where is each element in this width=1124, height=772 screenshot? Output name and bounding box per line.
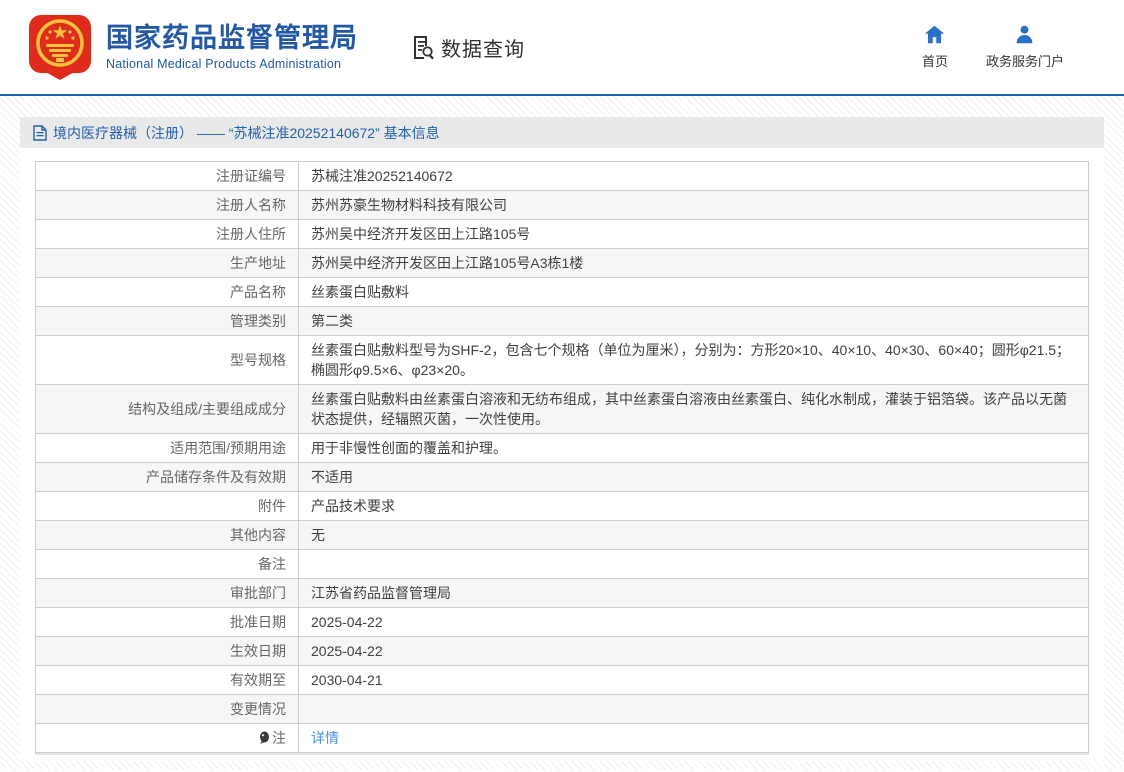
registration-info-table: 注册证编号 苏械注准20252140672 注册人名称 苏州苏豪生物材料科技有限公司注…: [35, 161, 1089, 753]
row-label: 管理类别: [35, 306, 299, 336]
row-label: 生效日期: [35, 636, 299, 666]
table-row: 审批部门 江苏省药品监督管理局: [35, 578, 1089, 608]
nav-gov-portal[interactable]: 政务服务门户: [986, 24, 1064, 70]
row-value: 产品技术要求: [298, 491, 1089, 521]
row-value: 用于非慢性创面的覆盖和护理。: [298, 433, 1089, 463]
row-label: 批准日期: [35, 607, 299, 637]
row-value: 第二类: [298, 306, 1089, 336]
table-row: 备注: [35, 549, 1089, 579]
table-row: 变更情况: [35, 694, 1089, 724]
row-label: 其他内容: [35, 520, 299, 550]
table-row: 型号规格 丝素蛋白贴敷料型号为SHF-2，包含七个规格（单位为厘米），分别为：方形…: [35, 335, 1089, 385]
row-label: 注: [35, 723, 299, 753]
nav-gov-portal-label: 政务服务门户: [985, 54, 1064, 69]
table-row: 注册人住所 苏州吴中经济开发区田上江路105号: [35, 219, 1089, 249]
row-label: 审批部门: [35, 578, 299, 608]
table-row: 适用范围/预期用途 用于非慢性创面的覆盖和护理。: [35, 433, 1089, 463]
row-label: 生产地址: [35, 248, 299, 278]
national-emblem-icon: [29, 15, 91, 80]
org-title: 国家药品监督管理局: [106, 23, 358, 53]
table-row: 注册证编号 苏械注准20252140672: [35, 161, 1089, 191]
header-nav: 首页 政务服务门户: [922, 24, 1064, 70]
data-query-label: 数据查询: [441, 38, 525, 61]
row-label: 注册人名称: [35, 190, 299, 220]
page-title: 境内医疗器械（注册） —— “苏械注准20252140672” 基本信息: [53, 124, 440, 141]
row-label: 产品名称: [35, 277, 299, 307]
row-value: [298, 694, 1089, 724]
table-row: 生效日期 2025-04-22: [35, 636, 1089, 666]
nav-home[interactable]: 首页: [922, 24, 948, 70]
row-value: 丝素蛋白贴敷料型号为SHF-2，包含七个规格（单位为厘米），分别为：方形20×1…: [298, 335, 1089, 385]
nav-home-label: 首页: [921, 54, 948, 69]
user-icon: [1017, 25, 1033, 44]
row-value: [298, 549, 1089, 579]
data-query-tab[interactable]: 数据查询: [410, 33, 525, 62]
row-value: 不适用: [298, 462, 1089, 492]
row-label: 附件: [35, 491, 299, 521]
breadcrumb: 境内医疗器械（注册） —— “苏械注准20252140672” 基本信息: [20, 117, 1104, 148]
page-background: 境内医疗器械（注册） —— “苏械注准20252140672” 基本信息 注册证…: [0, 96, 1124, 770]
row-label: 结构及组成/主要组成成分: [35, 384, 299, 434]
table-row: 产品储存条件及有效期 不适用: [35, 462, 1089, 492]
content-panel: 境内医疗器械（注册） —— “苏械注准20252140672” 基本信息 注册证…: [20, 117, 1104, 761]
info-table-body: 注册证编号 苏械注准20252140672 注册人名称 苏州苏豪生物材料科技有限公司注…: [35, 161, 1089, 753]
row-value: 2025-04-22: [298, 636, 1089, 666]
row-label: 适用范围/预期用途: [35, 433, 299, 463]
table-row: 生产地址 苏州吴中经济开发区田上江路105号A3栋1楼: [35, 248, 1089, 278]
row-value: 无: [298, 520, 1089, 550]
row-value: 苏械注准20252140672: [298, 161, 1089, 191]
row-value: 苏州吴中经济开发区田上江路105号A3栋1楼: [298, 248, 1089, 278]
row-value: 丝素蛋白贴敷料: [298, 277, 1089, 307]
row-label: 变更情况: [35, 694, 299, 724]
table-row: 结构及组成/主要组成成分 丝素蛋白贴敷料由丝素蛋白溶液和无纺布组成，其中丝素蛋白溶…: [35, 384, 1089, 434]
row-value: 2030-04-21: [298, 665, 1089, 695]
table-wrap: 注册证编号 苏械注准20252140672 注册人名称 苏州苏豪生物材料科技有限公司注…: [20, 148, 1104, 753]
note-bulb-icon: [260, 731, 269, 744]
table-row: 批准日期 2025-04-22: [35, 607, 1089, 637]
row-value: 苏州吴中经济开发区田上江路105号: [298, 219, 1089, 249]
row-label: 有效期至: [35, 665, 299, 695]
row-value: 苏州苏豪生物材料科技有限公司: [298, 190, 1089, 220]
document-icon: [33, 124, 47, 141]
table-row: 管理类别 第二类: [35, 306, 1089, 336]
site-logo[interactable]: 国家药品监督管理局 National Medical Products Admi…: [28, 14, 358, 80]
row-value: 江苏省药品监督管理局: [298, 578, 1089, 608]
table-row: 产品名称 丝素蛋白贴敷料: [35, 277, 1089, 307]
row-label: 备注: [35, 549, 299, 579]
document-search-icon: [414, 36, 434, 60]
site-header: 国家药品监督管理局 National Medical Products Admi…: [0, 0, 1124, 96]
table-row: 注册人名称 苏州苏豪生物材料科技有限公司: [35, 190, 1089, 220]
row-label: 型号规格: [35, 335, 299, 385]
org-subtitle: National Medical Products Administration: [106, 57, 342, 71]
row-value: 丝素蛋白贴敷料由丝素蛋白溶液和无纺布组成，其中丝素蛋白溶液由丝素蛋白、纯化水制成…: [298, 384, 1089, 434]
row-label: 注册人住所: [35, 219, 299, 249]
table-row: 其他内容无: [35, 520, 1089, 550]
table-row: 注详情: [35, 723, 1089, 753]
row-value: 详情: [298, 723, 1089, 753]
table-row: 附件 产品技术要求: [35, 491, 1089, 521]
row-label: 产品储存条件及有效期: [35, 462, 299, 492]
table-row: 有效期至 2030-04-21: [35, 665, 1089, 695]
row-value: 2025-04-22: [298, 607, 1089, 637]
home-icon: [925, 25, 945, 44]
row-label: 注册证编号: [35, 161, 299, 191]
detail-link[interactable]: 详情: [311, 730, 339, 746]
